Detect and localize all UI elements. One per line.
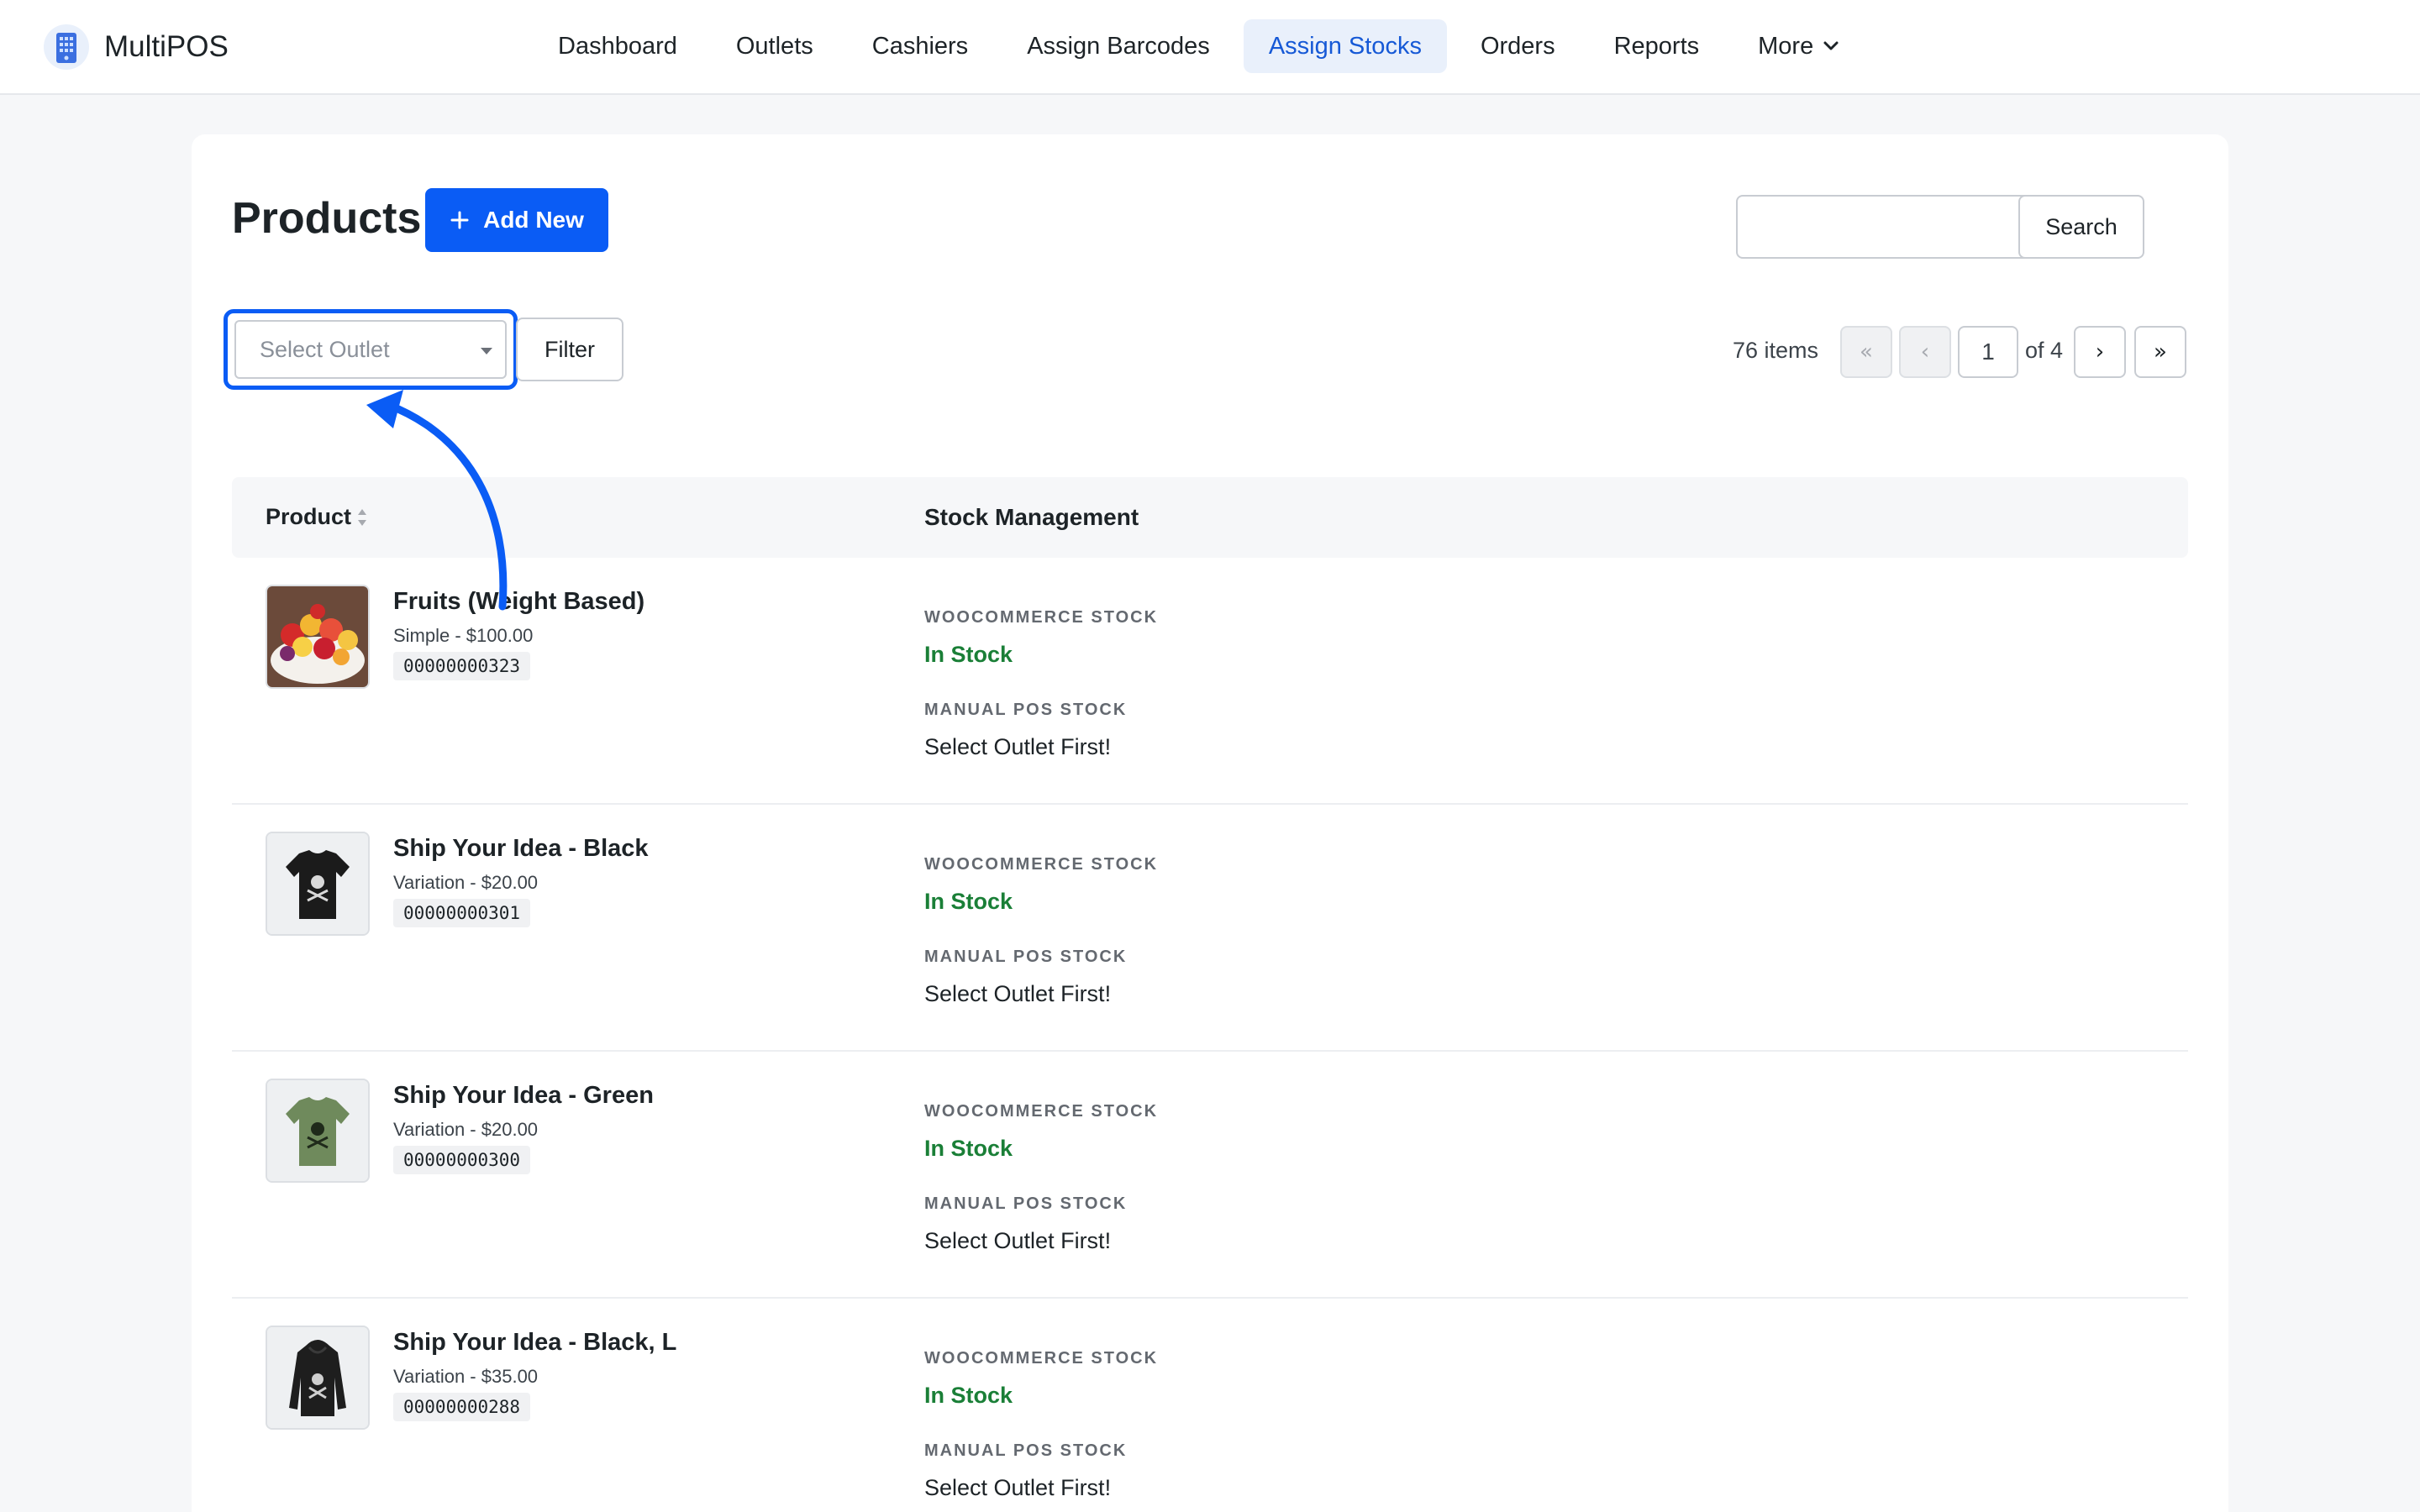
manual-pos-stock-value: Select Outlet First! (924, 1475, 1112, 1500)
table-row: Ship Your Idea - Green Variation - $20.0… (232, 1052, 2188, 1299)
plus-icon (450, 211, 469, 229)
product-type-price: Variation - $20.00 (393, 872, 539, 893)
woocommerce-stock-status: In Stock (924, 889, 1013, 914)
product-barcode: 00000000300 (393, 1146, 531, 1174)
nav-item-dashboard[interactable]: Dashboard (533, 19, 702, 73)
current-page-input[interactable] (1958, 326, 2018, 378)
product-type-price: Variation - $20.00 (393, 1119, 539, 1140)
product-type-price: Simple - $100.00 (393, 625, 534, 646)
next-page-button[interactable]: › (2074, 326, 2126, 378)
outlet-select-highlight: Select Outlet (224, 309, 518, 390)
prev-page-button[interactable]: ‹ (1899, 326, 1951, 378)
last-page-button[interactable]: » (2134, 326, 2186, 378)
product-type-price: Variation - $35.00 (393, 1366, 539, 1387)
manual-pos-stock-value: Select Outlet First! (924, 981, 1112, 1006)
caret-down-icon (481, 348, 492, 354)
product-thumbnail[interactable] (266, 832, 370, 936)
product-barcode: 00000000323 (393, 652, 531, 680)
product-name[interactable]: Ship Your Idea - Green (393, 1082, 654, 1110)
woocommerce-stock-label: WOOCOMMERCE STOCK (924, 1102, 1159, 1121)
main-nav: Dashboard Outlets Cashiers Assign Barcod… (533, 19, 1874, 73)
product-thumbnail[interactable] (266, 1079, 370, 1183)
product-thumbnail[interactable] (266, 585, 370, 689)
products-card: Products Add New Search Select Outlet Fi… (192, 134, 2228, 1512)
table-header: Product Stock Management (232, 477, 2188, 558)
sort-icon[interactable] (356, 506, 368, 529)
nav-item-assign-stocks[interactable]: Assign Stocks (1243, 19, 1447, 73)
first-page-button[interactable]: « (1840, 326, 1892, 378)
nav-item-more[interactable]: More (1733, 19, 1865, 73)
table-row: Ship Your Idea - Black, L Variation - $3… (232, 1299, 2188, 1512)
woocommerce-stock-status: In Stock (924, 642, 1013, 667)
black-hoodie-icon (267, 1327, 368, 1428)
brand[interactable]: MultiPOS (42, 22, 229, 72)
green-tshirt-icon (267, 1080, 368, 1181)
woocommerce-stock-label: WOOCOMMERCE STOCK (924, 1349, 1159, 1368)
product-name[interactable]: Ship Your Idea - Black (393, 835, 649, 863)
manual-pos-stock-value: Select Outlet First! (924, 1228, 1112, 1253)
manual-pos-stock-label: MANUAL POS STOCK (924, 701, 1128, 719)
column-header-product[interactable]: Product (266, 504, 351, 530)
manual-pos-stock-label: MANUAL POS STOCK (924, 948, 1128, 966)
woocommerce-stock-label: WOOCOMMERCE STOCK (924, 608, 1159, 627)
product-name[interactable]: Ship Your Idea - Black, L (393, 1329, 676, 1357)
manual-pos-stock-value: Select Outlet First! (924, 734, 1112, 759)
table-row: Ship Your Idea - Black Variation - $20.0… (232, 805, 2188, 1052)
black-tshirt-icon (267, 833, 368, 934)
table-row: Fruits (Weight Based) Simple - $100.00 0… (232, 558, 2188, 805)
items-count: 76 items (1733, 338, 1819, 363)
outlet-select[interactable]: Select Outlet (234, 320, 507, 379)
nav-item-orders[interactable]: Orders (1455, 19, 1581, 73)
add-new-label: Add New (483, 207, 584, 233)
woocommerce-stock-status: In Stock (924, 1383, 1013, 1408)
product-name[interactable]: Fruits (Weight Based) (393, 588, 644, 616)
add-new-button[interactable]: Add New (425, 188, 608, 252)
woocommerce-stock-label: WOOCOMMERCE STOCK (924, 855, 1159, 874)
nav-item-reports[interactable]: Reports (1589, 19, 1725, 73)
product-barcode: 00000000288 (393, 1393, 531, 1421)
search-button[interactable]: Search (2018, 195, 2144, 259)
chevron-down-icon (1823, 41, 1839, 50)
nav-item-assign-barcodes[interactable]: Assign Barcodes (1002, 19, 1235, 73)
page-title: Products (232, 194, 422, 243)
top-navigation-bar: MultiPOS Dashboard Outlets Cashiers Assi… (0, 0, 2420, 95)
search-input[interactable] (1736, 195, 2040, 259)
nav-item-outlets[interactable]: Outlets (711, 19, 839, 73)
multipos-logo-icon (44, 24, 89, 70)
outlet-select-placeholder: Select Outlet (260, 336, 390, 362)
nav-item-cashiers[interactable]: Cashiers (847, 19, 993, 73)
nav-item-more-label: More (1758, 32, 1814, 60)
fruit-bowl-icon (267, 586, 368, 687)
brand-name: MultiPOS (104, 30, 229, 63)
woocommerce-stock-status: In Stock (924, 1136, 1013, 1161)
filter-button[interactable]: Filter (516, 318, 623, 381)
total-pages: of 4 (2025, 338, 2064, 363)
manual-pos-stock-label: MANUAL POS STOCK (924, 1194, 1128, 1213)
column-header-stock-management: Stock Management (924, 504, 1139, 530)
manual-pos-stock-label: MANUAL POS STOCK (924, 1441, 1128, 1460)
product-barcode: 00000000301 (393, 899, 531, 927)
product-thumbnail[interactable] (266, 1326, 370, 1430)
